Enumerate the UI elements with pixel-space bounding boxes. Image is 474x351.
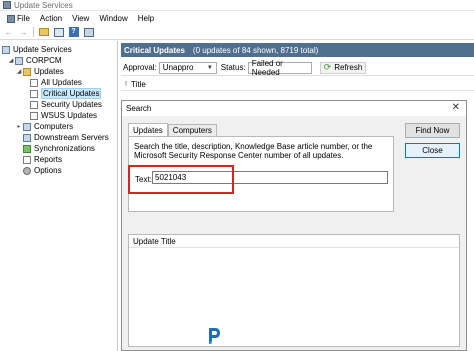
tab-computers[interactable]: Computers [167,124,217,136]
menu-file-label: File [17,14,30,23]
navigation-tree: Update Services ◢ CORPCM ◢ Updates All Upd… [0,41,118,351]
filter-bar: Approval: Unappro ▼ Status: Failed or Ne… [121,58,474,77]
panel-title: Critical Updates [124,45,185,55]
forward-icon[interactable]: → [18,27,29,38]
tree-item-reports[interactable]: Reports [23,154,62,165]
toolbar-separator [33,27,34,37]
panel-summary: (0 updates of 84 shown, 8719 total) [192,45,319,55]
menu-action[interactable]: Action [35,14,67,23]
tree-label: All Updates [41,78,82,87]
chevron-down-icon[interactable]: ◢ [8,57,14,64]
tree-item-all-updates[interactable]: All Updates [30,77,82,88]
tree-label: CORPCM [26,56,62,65]
results-list: Update Title [128,234,460,347]
menu-help[interactable]: Help [133,14,159,23]
toolbar: ← → ? [0,25,474,40]
window-title: Update Services [14,0,73,10]
tree-label: Reports [34,155,63,164]
approval-value: Unappro [162,63,194,72]
logo-icon [206,326,222,346]
menu-view[interactable]: View [67,14,94,23]
dialog-title-bar: Search ✕ [122,101,466,116]
tree-label: WSUS Updates [41,111,98,120]
console-icon[interactable] [83,27,94,38]
tree-label: Options [34,166,62,175]
tree-item-downstream-servers[interactable]: Downstream Servers [23,132,109,143]
panel-header: Critical Updates (0 updates of 84 shown,… [121,43,474,57]
tab-updates[interactable]: Updates [128,123,168,136]
tree-label: Security Updates [41,100,102,109]
menu-bar: File Action View Window Help [0,12,474,25]
tree-item-updates[interactable]: ◢ Updates [16,66,64,77]
folder-icon [23,67,31,76]
status-select[interactable]: Failed or Needed [247,58,312,77]
chevron-right-icon[interactable]: ▸ [16,123,22,130]
tree-item-critical-updates[interactable]: Critical Updates [30,88,102,99]
tree-item-computers[interactable]: ▸ Computers [16,121,73,132]
chevron-down-icon: ▼ [206,64,213,71]
search-dialog: Search ✕ Updates Computers Search the ti… [121,100,467,351]
update-view-icon [30,78,38,87]
update-services-icon [2,45,10,54]
update-view-icon [30,111,38,120]
server-icon [15,56,23,65]
update-view-icon [30,89,38,98]
up-folder-icon[interactable] [38,27,49,38]
computers-icon [23,122,31,131]
column-title[interactable]: Title [131,80,146,89]
tree-item-synchronizations[interactable]: Synchronizations [23,143,95,154]
tree-label: Downstream Servers [34,133,109,142]
close-button[interactable]: Close [405,143,460,158]
update-view-icon [30,100,38,109]
highlight-box [128,165,234,194]
approval-label: Approval: [123,63,157,72]
approval-select[interactable]: Unappro ▼ [158,61,217,74]
menu-file[interactable]: File [2,14,35,23]
tree-item-corpcm[interactable]: ◢ CORPCM [8,55,62,66]
app-icon [3,1,11,9]
synchronizations-icon [23,144,31,153]
status-value: Failed or Needed [251,58,283,77]
tree-item-options[interactable]: Options [23,165,62,176]
show-hide-tree-icon[interactable] [53,27,64,38]
search-description: Search the title, description, Knowledge… [134,142,373,160]
tree-label: Computers [34,122,74,131]
reports-icon [23,155,31,164]
back-icon[interactable]: ← [3,27,14,38]
column-header: ! Title [121,79,474,91]
tree-label: Synchronizations [34,144,95,153]
refresh-label: Refresh [334,63,363,72]
downstream-servers-icon [23,133,31,142]
find-now-button[interactable]: Find Now [405,123,460,138]
app-menu-icon [7,14,15,23]
close-icon[interactable]: ✕ [452,102,460,113]
options-icon [23,166,31,175]
tree-item-security-updates[interactable]: Security Updates [30,99,102,110]
tree-label: Update Services [13,45,72,54]
results-column-header[interactable]: Update Title [129,235,459,248]
dialog-tabs: Updates Computers [128,123,217,136]
tree-item-update-services[interactable]: Update Services [2,44,72,55]
chevron-down-icon[interactable]: ◢ [16,68,22,75]
dialog-title: Search [126,104,152,113]
tree-label: Updates [34,67,64,76]
menu-window[interactable]: Window [94,14,132,23]
sort-icon: ! [125,81,127,88]
tree-label: Critical Updates [41,88,102,99]
title-bar: Update Services [0,0,474,11]
tree-item-wsus-updates[interactable]: WSUS Updates [30,110,97,121]
status-label: Status: [220,63,246,72]
refresh-button[interactable]: ⟳ Refresh [319,61,367,74]
help-icon[interactable]: ? [68,27,79,38]
refresh-icon: ⟳ [323,62,332,72]
